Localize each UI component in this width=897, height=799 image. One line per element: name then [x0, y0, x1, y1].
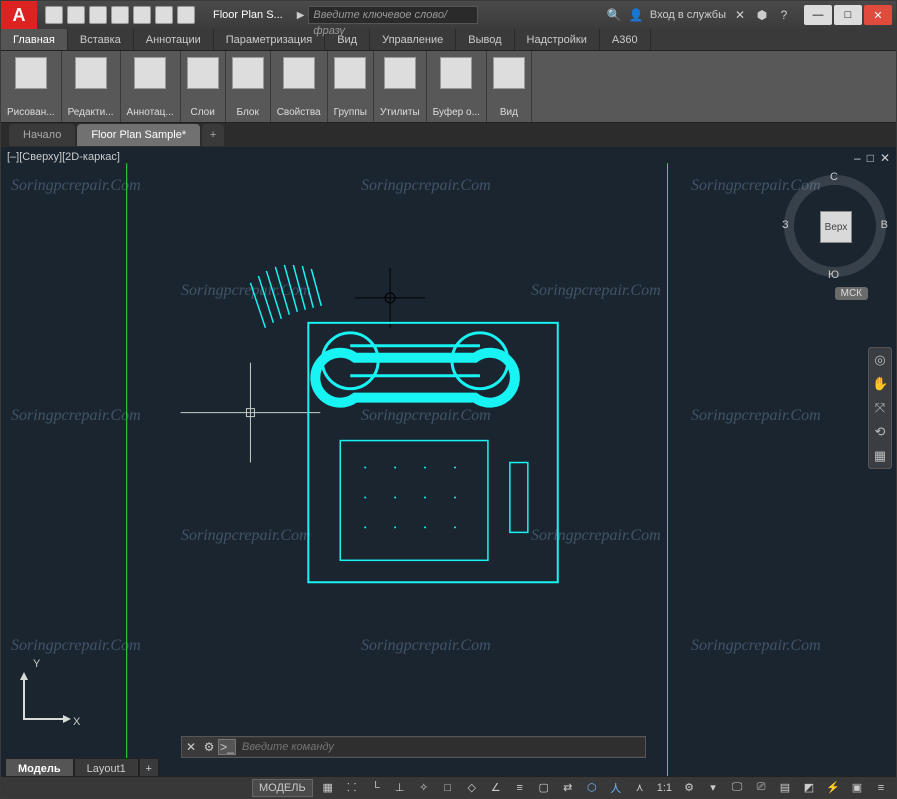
block-icon	[232, 57, 264, 89]
chevron-right-icon[interactable]: ▶	[293, 10, 309, 21]
ribbon-group-modify[interactable]: Редакти...	[62, 51, 121, 122]
search-input[interactable]: Введите ключевое слово/фразу	[308, 6, 478, 24]
status-scale-label[interactable]: 1:1	[655, 779, 674, 797]
ribbon-group-block[interactable]: Блок	[226, 51, 271, 122]
group-icon	[334, 57, 366, 89]
ribbon-group-view[interactable]: Вид	[487, 51, 532, 122]
exchange-icon[interactable]: ✕	[732, 7, 748, 23]
status-workspace-icon[interactable]: ▾	[704, 779, 722, 797]
ucs-icon[interactable]: Y X	[15, 658, 85, 728]
status-infer-icon[interactable]: └	[367, 779, 385, 797]
qat-saveas-icon[interactable]	[111, 6, 129, 24]
ribbon-tabs: Главная Вставка Аннотации Параметризация…	[1, 29, 896, 51]
tab-home[interactable]: Главная	[1, 29, 68, 50]
status-isoplane-icon[interactable]: ⬡	[583, 779, 601, 797]
qat-new-icon[interactable]	[45, 6, 63, 24]
status-transparency-icon[interactable]: ▢	[535, 779, 553, 797]
tab-addins[interactable]: Надстройки	[515, 29, 600, 50]
status-ortho-icon[interactable]: ⊥	[391, 779, 409, 797]
folder-icon	[493, 57, 525, 89]
help-icon[interactable]: ?	[776, 7, 792, 23]
tab-insert[interactable]: Вставка	[68, 29, 134, 50]
tab-annotate[interactable]: Аннотации	[134, 29, 214, 50]
app-window: A Floor Plan S... ▶ Введите ключевое сло…	[0, 0, 897, 799]
line-icon	[15, 57, 47, 89]
status-3dosnap-icon[interactable]: ◇	[463, 779, 481, 797]
a360-icon[interactable]: ⬢	[754, 7, 770, 23]
ribbon-group-clip[interactable]: Буфер о...	[427, 51, 487, 122]
status-isolate-icon[interactable]: ◩	[800, 779, 818, 797]
qat-redo-icon[interactable]	[177, 6, 195, 24]
layout-tabs: Модель Layout1 +	[5, 758, 159, 778]
document-tabs: Начало Floor Plan Sample* +	[1, 123, 896, 147]
status-snap-icon[interactable]: ⸬	[343, 779, 361, 797]
window-close-button[interactable]: ✕	[864, 5, 892, 25]
status-quickprops-icon[interactable]: ▤	[776, 779, 794, 797]
ribbon-group-props[interactable]: Свойства	[271, 51, 328, 122]
tab-manage[interactable]: Управление	[370, 29, 456, 50]
properties-icon	[283, 57, 315, 89]
ribbon: Рисован... Редакти... Аннотац... Слои Бл…	[1, 51, 896, 123]
layout-tab-add[interactable]: +	[139, 758, 159, 778]
status-otrack-icon[interactable]: ∠	[487, 779, 505, 797]
document-tab-start[interactable]: Начало	[9, 124, 75, 146]
command-customize-icon[interactable]: ⚙	[200, 740, 218, 754]
layout-tab-model[interactable]: Модель	[5, 758, 74, 778]
status-bar: МОДЕЛЬ ▦ ⸬ └ ⊥ ✧ □ ◇ ∠ ≡ ▢ ⇄ ⬡ 人 ⋏ 1:1 ⚙…	[1, 776, 896, 798]
status-monitor-icon[interactable]: 🖵	[728, 779, 746, 797]
binoculars-icon[interactable]: 🔍	[606, 7, 622, 23]
status-grid-icon[interactable]: ▦	[319, 779, 337, 797]
tab-parametric[interactable]: Параметризация	[214, 29, 325, 50]
measure-icon	[384, 57, 416, 89]
app-logo[interactable]: A	[1, 1, 37, 29]
tab-output[interactable]: Вывод	[456, 29, 514, 50]
ucs-x-label: X	[73, 716, 80, 728]
status-customize-icon[interactable]: ≡	[872, 779, 890, 797]
ucs-y-label: Y	[33, 658, 40, 670]
window-maximize-button[interactable]: □	[834, 5, 862, 25]
clipboard-icon	[440, 57, 472, 89]
ribbon-group-utils[interactable]: Утилиты	[374, 51, 427, 122]
qat-print-icon[interactable]	[133, 6, 151, 24]
status-lineweight-icon[interactable]: ≡	[511, 779, 529, 797]
layout-tab-layout1[interactable]: Layout1	[74, 758, 139, 778]
ribbon-group-annotate[interactable]: Аннотац...	[121, 51, 181, 122]
window-minimize-button[interactable]: —	[804, 5, 832, 25]
ribbon-group-groups[interactable]: Группы	[328, 51, 374, 122]
status-units-icon[interactable]: ⎚	[752, 779, 770, 797]
status-polar-icon[interactable]: ✧	[415, 779, 433, 797]
status-cleanscreen-icon[interactable]: ▣	[848, 779, 866, 797]
move-icon	[75, 57, 107, 89]
command-prompt-icon: >_	[218, 739, 236, 755]
title-bar: A Floor Plan S... ▶ Введите ключевое сло…	[1, 1, 896, 29]
qat-undo-icon[interactable]	[155, 6, 173, 24]
command-close-icon[interactable]: ✕	[182, 740, 200, 754]
qat-save-icon[interactable]	[89, 6, 107, 24]
status-gear-icon[interactable]: ⚙	[680, 779, 698, 797]
command-input[interactable]	[236, 738, 645, 756]
status-osnap-icon[interactable]: □	[439, 779, 457, 797]
status-annovisible-icon[interactable]: ⋏	[631, 779, 649, 797]
ribbon-group-draw[interactable]: Рисован...	[1, 51, 62, 122]
status-cycling-icon[interactable]: ⇄	[559, 779, 577, 797]
document-tab-active[interactable]: Floor Plan Sample*	[77, 124, 200, 146]
ribbon-group-layers[interactable]: Слои	[181, 51, 226, 122]
document-tab-add[interactable]: +	[202, 124, 224, 146]
tab-a360[interactable]: A360	[600, 29, 651, 50]
status-model-button[interactable]: МОДЕЛЬ	[252, 779, 313, 797]
qat-open-icon[interactable]	[67, 6, 85, 24]
signin-link[interactable]: Вход в службы	[650, 9, 726, 21]
command-line[interactable]: ✕ ⚙ >_	[181, 736, 646, 758]
status-annoscale-icon[interactable]: 人	[607, 779, 625, 797]
quick-access-toolbar	[37, 6, 203, 24]
status-hardware-icon[interactable]: ⚡	[824, 779, 842, 797]
layers-icon	[187, 57, 219, 89]
text-icon	[134, 57, 166, 89]
user-icon[interactable]: 👤	[628, 7, 644, 23]
drawing-area[interactable]: [–][Сверху][2D-каркас] – □ ✕ Верх С Ю З …	[1, 147, 896, 798]
document-title: Floor Plan S...	[203, 9, 293, 21]
